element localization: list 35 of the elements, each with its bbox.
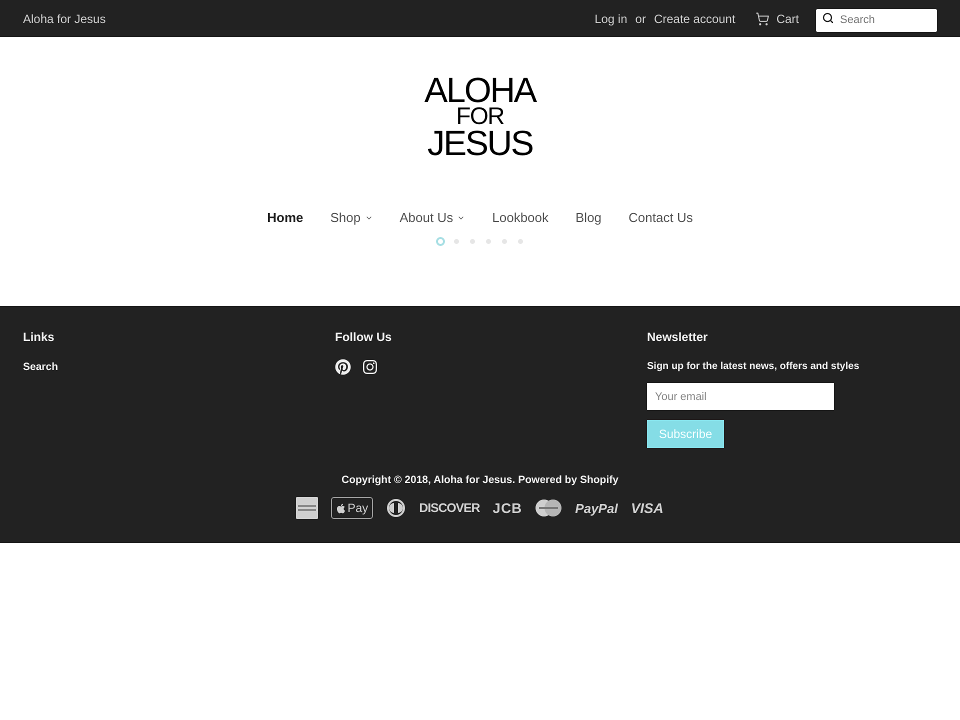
nav-link[interactable]: Contact Us (628, 208, 693, 228)
two-circles-icon (535, 499, 562, 517)
newsletter-text: Sign up for the latest news, offers and styles (647, 360, 860, 374)
apple-icon (336, 502, 346, 514)
discover-logo: DISCOVER (419, 502, 480, 514)
paypal-logo: PayPal (575, 502, 618, 514)
pay-label: Pay (347, 502, 368, 514)
card-tile-icon (296, 497, 318, 519)
visa-logo: VISA (630, 501, 664, 515)
copyright-text: Copyright © 2018, Aloha for Jesus. Powered by Shopify (342, 473, 618, 487)
nav-link[interactable]: Shop (330, 208, 373, 228)
search-link[interactable]: Search (23, 360, 58, 374)
nav-link[interactable]: Lookbook (492, 208, 549, 228)
store-name-link[interactable]: Aloha for Jesus (23, 10, 106, 28)
nav-link[interactable]: About Us (400, 208, 466, 228)
pinterest-icon[interactable] (335, 359, 351, 375)
ring-logo-icon (386, 499, 406, 517)
jcb-logo: JCB (492, 501, 522, 515)
create-account-link[interactable]: Create account (654, 10, 736, 28)
powered-by-link[interactable]: Powered by Shopify (518, 474, 618, 486)
search-field[interactable]: Search (816, 8, 937, 32)
cart-link[interactable]: Cart (755, 10, 799, 28)
or-text: or (635, 10, 646, 28)
nav-link[interactable]: Home (267, 208, 304, 228)
login-link[interactable]: Log in (594, 10, 628, 28)
store-link[interactable]: Aloha for Jesus (433, 474, 512, 486)
email-field[interactable]: Your email (647, 383, 834, 410)
follow-us-heading: Follow Us (335, 330, 392, 345)
cart-icon (755, 12, 770, 26)
links-heading: Links (23, 330, 54, 345)
newsletter-heading: Newsletter (647, 330, 708, 345)
logo-text[interactable]: ALOHA FOR JESUS (424, 74, 536, 160)
search-icon (822, 12, 834, 24)
nav-link[interactable]: Blog (576, 208, 602, 228)
instagram-icon[interactable] (362, 359, 378, 375)
